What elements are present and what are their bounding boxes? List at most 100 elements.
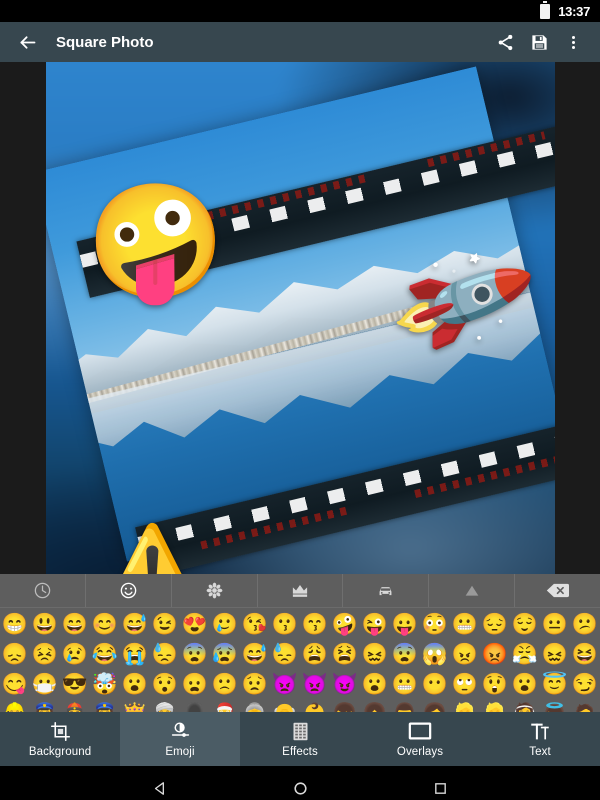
tab-background[interactable]: Background xyxy=(0,712,120,766)
emoji-cell[interactable]: 🎅 xyxy=(210,699,240,713)
emoji-cell[interactable]: 😖 xyxy=(540,639,570,669)
emoji-cell[interactable]: 😛 xyxy=(390,609,420,639)
emoji-cell[interactable]: 👿 xyxy=(300,669,330,699)
tab-effects[interactable]: Effects xyxy=(240,712,360,766)
emoji-cell[interactable]: 😰 xyxy=(210,639,240,669)
tab-emoji[interactable]: Emoji xyxy=(120,712,240,766)
emoji-cell[interactable]: 😅 xyxy=(120,609,150,639)
emoji-cell[interactable]: 👳 xyxy=(150,699,180,713)
emoji-cell[interactable]: 😄 xyxy=(60,609,90,639)
emoji-cell[interactable]: 😞 xyxy=(0,639,30,669)
emoji-cell[interactable]: 🥲 xyxy=(210,609,240,639)
emoji-cell[interactable]: 😮 xyxy=(120,669,150,699)
emoji-cell[interactable]: 👦 xyxy=(330,699,360,713)
category-symbols[interactable] xyxy=(429,574,516,607)
emoji-cell[interactable]: 😶 xyxy=(420,669,450,699)
emoji-cell[interactable]: 😬 xyxy=(450,609,480,639)
photo-canvas[interactable]: 🤪 🚀 ⚠️ xyxy=(46,62,555,574)
emoji-cell[interactable]: 👸 xyxy=(120,699,150,713)
category-travel[interactable] xyxy=(343,574,430,607)
emoji-cell[interactable]: 😤 xyxy=(510,639,540,669)
save-icon[interactable] xyxy=(522,25,556,59)
category-smileys[interactable] xyxy=(86,574,172,607)
emoji-cell[interactable]: 😠 xyxy=(450,639,480,669)
emoji-cell[interactable]: 👵 xyxy=(240,699,270,713)
emoji-cell[interactable]: 👴 xyxy=(270,699,300,713)
emoji-cell[interactable]: 😓 xyxy=(270,639,300,669)
emoji-cell[interactable]: 😳 xyxy=(420,609,450,639)
emoji-cell[interactable]: 🤪 xyxy=(330,609,360,639)
emoji-cell[interactable]: 😡 xyxy=(480,639,510,669)
emoji-cell[interactable]: 😂 xyxy=(90,639,120,669)
emoji-cell[interactable]: 😌 xyxy=(510,609,540,639)
emoji-cell[interactable]: 👷 xyxy=(0,699,30,713)
emoji-cell[interactable]: 💂 xyxy=(180,699,210,713)
overflow-menu-icon[interactable] xyxy=(556,25,590,59)
emoji-cell[interactable]: 😣 xyxy=(30,639,60,669)
emoji-cell[interactable]: 👰 xyxy=(510,699,540,713)
emoji-cell[interactable]: 😨 xyxy=(180,639,210,669)
emoji-cell[interactable]: 👩 xyxy=(420,699,450,713)
category-nature[interactable] xyxy=(172,574,258,607)
emoji-cell[interactable]: 😘 xyxy=(240,609,270,639)
emoji-cell[interactable]: 😁 xyxy=(0,609,30,639)
emoji-cell[interactable]: 😨 xyxy=(390,639,420,669)
emoji-cell[interactable]: 👲 xyxy=(60,699,90,713)
emoji-cell[interactable]: 🙍 xyxy=(570,699,600,713)
emoji-cell[interactable]: 😕 xyxy=(570,609,600,639)
tab-text[interactable]: Text xyxy=(480,712,600,766)
emoji-cell[interactable]: 😬 xyxy=(390,669,420,699)
winking-face-with-tongue-sticker[interactable]: 🤪 xyxy=(86,186,225,298)
back-arrow-icon[interactable] xyxy=(14,29,40,55)
emoji-cell[interactable]: 🙄 xyxy=(450,669,480,699)
emoji-cell[interactable]: 😖 xyxy=(360,639,390,669)
emoji-cell[interactable]: 👼 xyxy=(540,699,570,713)
emoji-cell[interactable]: 😢 xyxy=(60,639,90,669)
nav-recents-icon[interactable] xyxy=(423,771,457,800)
emoji-cell[interactable]: 😲 xyxy=(480,669,510,699)
emoji-cell[interactable]: 😟 xyxy=(240,669,270,699)
emoji-cell[interactable]: 👱 xyxy=(480,699,510,713)
emoji-cell[interactable]: 👶 xyxy=(300,699,330,713)
emoji-cell[interactable]: 🤯 xyxy=(90,669,120,699)
emoji-cell[interactable]: 😙 xyxy=(300,609,330,639)
emoji-cell[interactable]: 😉 xyxy=(150,609,180,639)
emoji-cell[interactable]: 😐 xyxy=(540,609,570,639)
share-icon[interactable] xyxy=(488,25,522,59)
emoji-cell[interactable]: 😊 xyxy=(90,609,120,639)
emoji-cell[interactable]: 😷 xyxy=(30,669,60,699)
emoji-cell[interactable]: 😩 xyxy=(300,639,330,669)
emoji-cell[interactable]: 😆 xyxy=(570,639,600,669)
emoji-cell[interactable]: 😮 xyxy=(360,669,390,699)
emoji-cell[interactable]: 😭 xyxy=(120,639,150,669)
emoji-cell[interactable]: 👿 xyxy=(270,669,300,699)
emoji-cell[interactable]: 😋 xyxy=(0,669,30,699)
emoji-cell[interactable]: 🙁 xyxy=(210,669,240,699)
emoji-cell[interactable]: 👱 xyxy=(450,699,480,713)
emoji-cell[interactable]: 👮 xyxy=(90,699,120,713)
backspace-icon[interactable] xyxy=(515,574,600,607)
emoji-cell[interactable]: 😏 xyxy=(570,669,600,699)
tab-overlays[interactable]: Overlays xyxy=(360,712,480,766)
emoji-cell[interactable]: 😗 xyxy=(270,609,300,639)
nav-back-icon[interactable] xyxy=(143,771,177,800)
emoji-grid[interactable]: 😁 😃 😄 😊 😅 😉 😍 🥲 😘 😗 😙 🤪 😜 😛 😳 😬 😔 😌 😐 😕 😞 😣 😢 😂 😭 😓 😨 😰 😅 😓 😩 😫 😖 😨 😱 😠 😡 😤 😖 😆… xyxy=(0,608,600,712)
emoji-cell[interactable]: 😇 xyxy=(540,669,570,699)
warning-sign-sticker[interactable]: ⚠️ xyxy=(101,528,203,575)
emoji-cell[interactable]: 😮 xyxy=(510,669,540,699)
emoji-cell[interactable]: 😔 xyxy=(480,609,510,639)
emoji-cell[interactable]: 😅 xyxy=(240,639,270,669)
emoji-cell[interactable]: 👨 xyxy=(390,699,420,713)
emoji-cell[interactable]: 😯 xyxy=(150,669,180,699)
emoji-cell[interactable]: 😃 xyxy=(30,609,60,639)
emoji-cell[interactable]: 👧 xyxy=(360,699,390,713)
emoji-cell[interactable]: 👮 xyxy=(30,699,60,713)
emoji-cell[interactable]: 😜 xyxy=(360,609,390,639)
category-recent[interactable] xyxy=(0,574,86,607)
emoji-cell[interactable]: 😎 xyxy=(60,669,90,699)
emoji-cell[interactable]: 😫 xyxy=(330,639,360,669)
emoji-cell[interactable]: 😈 xyxy=(330,669,360,699)
emoji-cell[interactable]: 😍 xyxy=(180,609,210,639)
emoji-cell[interactable]: 😱 xyxy=(420,639,450,669)
emoji-cell[interactable]: 😓 xyxy=(150,639,180,669)
